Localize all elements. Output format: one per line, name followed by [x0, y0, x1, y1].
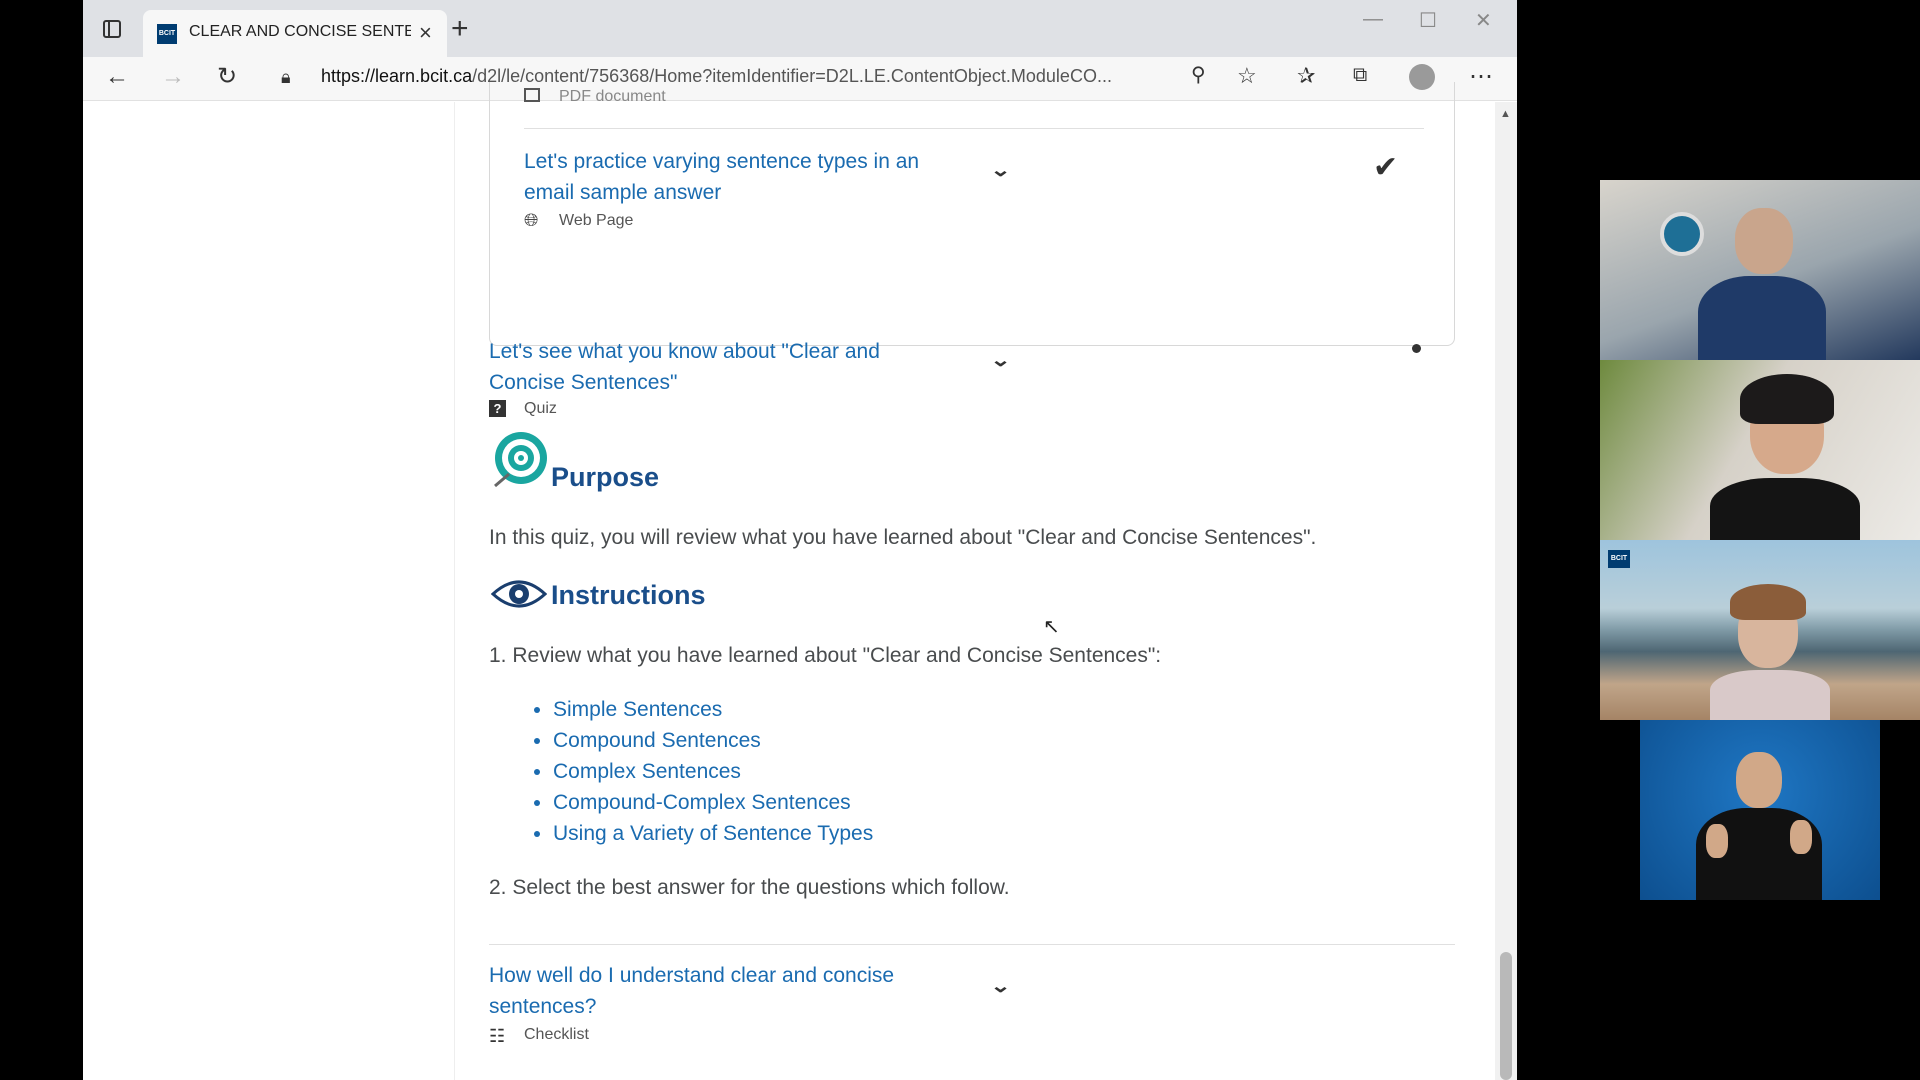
item-quiz-type: Quiz — [524, 400, 557, 417]
video-tile-participant-2 — [1600, 360, 1920, 540]
close-window-icon[interactable]: ✕ — [1475, 8, 1492, 33]
item-practice-link[interactable]: Let's practice varying sentence types in… — [524, 146, 944, 208]
checkmark-icon: ✔ — [1373, 151, 1399, 184]
refresh-icon[interactable]: ↻ — [217, 65, 237, 89]
chevron-down-icon[interactable]: ⌄ — [990, 160, 1011, 181]
instructions-step1: 1. Review what you have learned about "C… — [489, 644, 1162, 667]
quiz-icon: ? — [489, 400, 506, 417]
video-tile-participant-1 — [1600, 180, 1920, 360]
participant-body — [1710, 670, 1830, 720]
item-checklist-link[interactable]: How well do I understand clear and conci… — [489, 960, 909, 1022]
pdf-icon — [524, 88, 540, 102]
participant-face — [1735, 208, 1793, 274]
purpose-text: In this quiz, you will review what you h… — [489, 526, 1317, 549]
participant-hand — [1790, 820, 1812, 854]
video-tile-interpreter — [1640, 720, 1880, 900]
tab-active[interactable]: BCIT CLEAR AND CONCISE SENTENCES × — [143, 10, 447, 57]
chevron-down-icon[interactable]: ⌄ — [990, 976, 1011, 997]
mouse-cursor: ↖ — [1043, 616, 1060, 638]
bcit-badge: BCIT — [1608, 550, 1630, 568]
bcit-favicon-icon: BCIT — [157, 24, 177, 44]
back-icon[interactable]: ← — [105, 65, 129, 89]
navigation-panel — [83, 102, 455, 1080]
item-practice-type: Web Page — [559, 212, 634, 229]
item-checklist-type: Checklist — [524, 1026, 589, 1043]
participant-hand — [1706, 824, 1728, 858]
scroll-up-icon[interactable]: ▲ — [1500, 108, 1511, 120]
instructions-heading: Instructions — [551, 580, 706, 610]
item-quiz-link[interactable]: Let's see what you know about "Clear and… — [489, 336, 909, 398]
url-domain: https://learn.bcit.ca — [321, 66, 473, 86]
participant-hair — [1740, 374, 1834, 424]
checklist-icon: ☷ — [489, 1026, 506, 1046]
video-tile-participant-3: BCIT — [1600, 540, 1920, 720]
tab-actions-icon[interactable] — [103, 20, 121, 38]
forward-icon[interactable]: → — [161, 65, 185, 89]
tab-title: CLEAR AND CONCISE SENTENCES — [189, 23, 411, 40]
instructions-step2: 2. Select the best answer for the questi… — [489, 876, 1010, 899]
link-simple-sentences[interactable]: Simple Sentences — [553, 694, 873, 725]
participant-hair — [1730, 584, 1806, 620]
link-complex-sentences[interactable]: Complex Sentences — [553, 756, 873, 787]
module-card — [489, 82, 1455, 346]
divider — [489, 944, 1455, 945]
eye-icon — [490, 576, 548, 617]
participant-body — [1698, 276, 1826, 360]
scroll-thumb[interactable] — [1500, 952, 1512, 1080]
wall-poster — [1660, 212, 1704, 256]
link-variety-sentence-types[interactable]: Using a Variety of Sentence Types — [553, 818, 873, 849]
tab-bar: BCIT CLEAR AND CONCISE SENTENCES × + — ☐… — [83, 0, 1517, 57]
partial-item-type: PDF document — [559, 88, 666, 105]
participant-face — [1736, 752, 1782, 808]
participant-body — [1710, 478, 1860, 540]
link-compound-complex-sentences[interactable]: Compound-Complex Sentences — [553, 787, 873, 818]
maximize-icon[interactable]: ☐ — [1419, 8, 1437, 33]
purpose-heading: Purpose — [551, 462, 660, 492]
target-icon — [491, 430, 551, 495]
minimize-icon[interactable]: — — [1363, 8, 1383, 31]
browser-window: BCIT CLEAR AND CONCISE SENTENCES × + — ☐… — [83, 0, 1517, 1080]
globe-icon: 🌐︎ — [524, 210, 539, 230]
page-content: PDF document Let's practice varying sent… — [83, 82, 1495, 1080]
unread-dot — [1412, 344, 1421, 353]
divider — [524, 128, 1424, 129]
page-scrollbar[interactable]: ▲ — [1495, 102, 1517, 1080]
link-compound-sentences[interactable]: Compound Sentences — [553, 725, 873, 756]
close-tab-icon[interactable]: × — [419, 20, 432, 46]
sentence-type-links: Simple Sentences Compound Sentences Comp… — [553, 694, 873, 849]
more-options-icon[interactable]: ⋯ — [1469, 65, 1493, 89]
chevron-down-icon[interactable]: ⌄ — [990, 350, 1011, 371]
new-tab-icon[interactable]: + — [451, 14, 469, 44]
lock-icon[interactable]: 🔒︎ — [281, 68, 291, 86]
